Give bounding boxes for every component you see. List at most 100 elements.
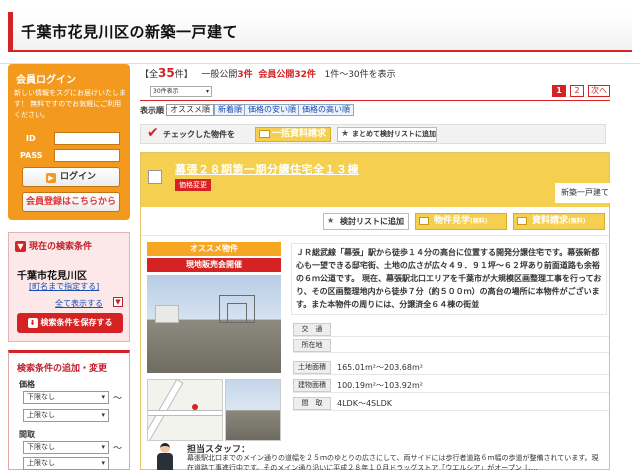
listing-card: 幕張２８期第一期分譲住宅全１３棟 価格変更 新築一戸建て ★ 検討リストに追加 物…	[140, 152, 611, 470]
envelope-icon	[259, 130, 270, 138]
page-title: 千葉市花見川区の新築一戸建て	[21, 23, 239, 41]
save-conditions-button[interactable]: ⬇ 検索条件を保存する	[17, 313, 123, 333]
divider	[140, 100, 610, 101]
add-conditions-box: 検索条件の追加・変更 価格 下限なし 〜 上限なし 間取 下限なし 〜 上限なし	[8, 350, 130, 470]
listing-description: ＪＲ総武線「幕張」駅から徒歩１４分の高台に位置する開発分譲住宅です。幕張新都心も…	[291, 243, 607, 315]
current-conditions-title: ▼ 現在の検索条件	[15, 239, 92, 252]
layout-max-select[interactable]: 上限なし	[23, 457, 109, 470]
price-min-select[interactable]: 下限なし	[23, 391, 109, 404]
show-all-link[interactable]: 全て表示する	[55, 298, 103, 309]
total-prefix: 【全	[140, 70, 159, 80]
star-icon: ★	[327, 216, 335, 225]
login-button[interactable]: ▶ ログイン	[22, 167, 120, 187]
sort-newest[interactable]: 新着順	[214, 104, 246, 116]
location-map[interactable]	[147, 379, 223, 441]
main-content: 【全35件】 一般公開3件 会員公開32件 1件〜30件を表示 30件表示 1 …	[140, 64, 640, 470]
spec-value: 165.01m²〜203.68m²	[337, 363, 423, 372]
spec-row: 交 通	[293, 323, 609, 337]
add-compare-button[interactable]: ★ 検討リストに追加	[323, 213, 409, 230]
price-max-select[interactable]: 上限なし	[23, 409, 109, 422]
condition-area: 千葉市花見川区	[17, 271, 87, 282]
download-icon: ⬇	[27, 318, 38, 328]
bulk-request-button[interactable]: 一括資料請求 (無料)	[255, 127, 331, 151]
spec-value: 4LDK〜4SLDK	[337, 399, 392, 408]
add-conditions-title: 検索条件の追加・変更	[17, 364, 108, 374]
free-note: (無料)	[470, 218, 488, 225]
listing-title[interactable]: 幕張２８期第一期分譲住宅全１３棟	[175, 161, 359, 177]
layout-min-select[interactable]: 下限なし	[23, 441, 109, 454]
sort-label: 表示順	[140, 106, 164, 115]
listing-checkbox[interactable]	[148, 170, 162, 184]
page-header: 千葉市花見川区の新築一戸建て	[0, 0, 640, 64]
sort-price-high[interactable]: 価格の高い順	[298, 104, 354, 116]
staff-section: 担当スタッフ： 幕張駅北口までのメイン通りの道幅を２５ｍのゆとりの広さにして、両…	[141, 441, 609, 470]
login-button-label: ログイン	[59, 172, 96, 182]
spec-row: 間 取 4LDK〜4SLDK	[293, 397, 609, 411]
spec-label: 間 取	[293, 397, 331, 410]
id-label: ID	[26, 134, 36, 143]
sidebar: 会員ログイン 新しい情報をスグにお届けいたします！ 無料ですのでお気軽にご利用く…	[8, 64, 130, 470]
spec-label: 建物面積	[293, 379, 331, 392]
property-type-tag: 新築一戸建て	[555, 183, 611, 203]
open-house-label: 現地販売会開催	[147, 258, 281, 272]
password-input[interactable]	[54, 149, 120, 162]
spec-label: 土地面積	[293, 361, 331, 374]
range-tilde: 〜	[113, 444, 123, 454]
id-input[interactable]	[54, 132, 120, 145]
star-icon: ★	[341, 129, 350, 139]
town-specify-link[interactable]: [町名まで指定する]	[29, 281, 99, 292]
price-label: 価格	[19, 380, 35, 389]
document-request-button[interactable]: 資料請求(無料)	[513, 213, 605, 230]
add-compare-label: 検討リストに追加	[340, 217, 404, 226]
spec-label: 所在地	[293, 339, 331, 352]
staff-avatar	[157, 443, 173, 470]
title-bar: 千葉市花見川区の新築一戸建て	[8, 12, 632, 52]
property-photo[interactable]	[147, 275, 281, 373]
sort-price-low[interactable]: 価格の安い順	[244, 104, 300, 116]
checkmark-icon: ✔	[147, 125, 159, 141]
listing-header: 幕張２８期第一期分譲住宅全１３棟 価格変更 新築一戸建て	[141, 153, 611, 207]
next-page[interactable]: 次へ	[588, 85, 610, 97]
map-pin-icon	[192, 404, 198, 410]
recommend-banner: オススメ物件	[147, 242, 281, 256]
visit-request-button[interactable]: 物件見学(無料)	[415, 213, 507, 230]
document-request-label: 資料請求	[532, 216, 569, 226]
login-box: 会員ログイン 新しい情報をスグにお届けいたします！ 無料ですのでお気軽にご利用く…	[8, 64, 130, 220]
expand-icon[interactable]: ▼	[113, 297, 123, 307]
spec-row: 所在地	[293, 339, 609, 353]
map-road	[148, 410, 222, 416]
total-suffix: 件】	[174, 70, 193, 80]
range-text: 1件〜30件を表示	[324, 70, 396, 80]
register-button[interactable]: 会員登録はこちらから	[22, 192, 120, 212]
bulk-compare-label: まとめて検討リストに追加	[352, 130, 436, 138]
spec-label: 交 通	[293, 323, 331, 336]
envelope-icon	[517, 217, 527, 225]
spec-value: 100.19m²〜103.92m²	[337, 381, 423, 390]
bulk-compare-button[interactable]: ★ まとめて検討リストに追加	[337, 127, 437, 142]
pass-label: PASS	[20, 151, 43, 160]
spec-row: 建物面積 100.19m²〜103.92m²	[293, 379, 609, 393]
listing-actions: ★ 検討リストに追加 物件見学(無料) 資料請求(無料)	[141, 207, 609, 233]
construction-frame	[227, 303, 247, 323]
visit-request-label: 物件見学	[434, 216, 471, 226]
checked-label: チェックした物件を	[163, 130, 235, 139]
staff-comment: 幕張駅北口までのメイン通りの道幅を２５ｍのゆとりの広さにして、両サイドには歩行者…	[187, 454, 599, 470]
sort-recommended[interactable]: オススメ順	[166, 104, 214, 116]
free-note: (無料)	[272, 144, 290, 151]
login-description: 新しい情報をスグにお届けいたします！ 無料ですのでお気軽にご利用ください。	[14, 89, 126, 119]
arrow-down-icon: ▼	[15, 241, 26, 252]
layout-label: 間取	[19, 430, 35, 439]
current-conditions-label: 現在の検索条件	[29, 242, 93, 252]
bulk-request-label: 一括資料請求	[272, 129, 327, 139]
per-page-select[interactable]: 30件表示	[150, 86, 212, 97]
page-1[interactable]: 1	[552, 85, 566, 97]
street-photo[interactable]	[225, 379, 281, 441]
house-shape	[155, 305, 179, 323]
result-count: 【全35件】 一般公開3件 会員公開32件 1件〜30件を表示	[140, 66, 396, 80]
spec-row: 土地面積 165.01m²〜203.68m²	[293, 361, 609, 375]
member-count: 32件	[294, 70, 316, 80]
member-label: 会員公開	[258, 70, 295, 80]
free-note: (無料)	[568, 218, 586, 225]
page-2[interactable]: 2	[570, 85, 584, 97]
arrow-right-icon: ▶	[45, 173, 56, 183]
